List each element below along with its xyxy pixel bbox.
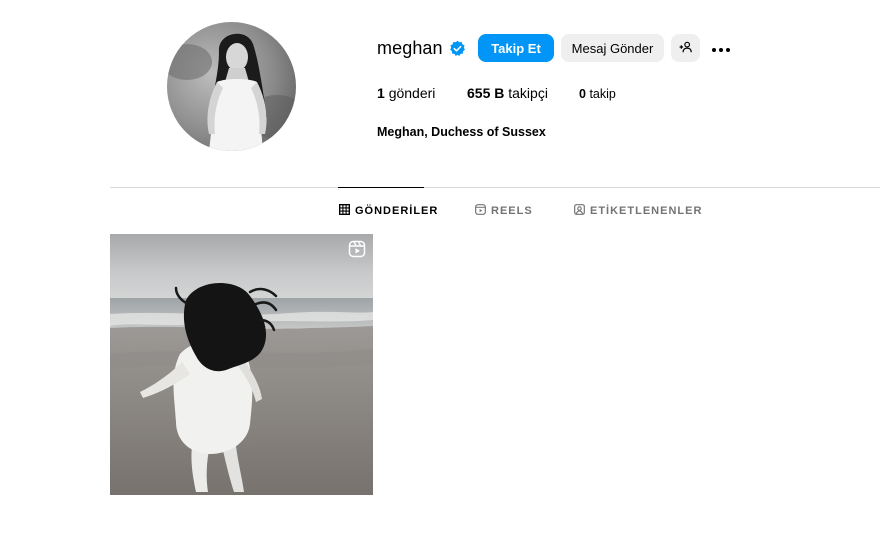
grid-icon bbox=[339, 204, 350, 218]
suggested-users-button[interactable] bbox=[671, 34, 700, 62]
following-count-label: takip bbox=[589, 87, 616, 101]
posts-count: 1 gönderi bbox=[377, 85, 435, 101]
reel-badge-icon bbox=[348, 240, 366, 258]
posts-count-value: 1 bbox=[377, 85, 385, 101]
following-count-value: 0 bbox=[579, 87, 586, 101]
reels-icon bbox=[475, 204, 486, 218]
more-options-button[interactable] bbox=[708, 34, 734, 62]
send-message-button[interactable]: Mesaj Gönder bbox=[561, 34, 664, 62]
add-person-icon bbox=[679, 40, 693, 57]
posts-count-label: gönderi bbox=[388, 85, 436, 101]
active-tab-indicator bbox=[338, 187, 424, 188]
tab-posts[interactable]: GÖNDERİLER bbox=[339, 203, 438, 219]
follow-button[interactable]: Takip Et bbox=[478, 34, 554, 62]
profile-page: meghan Takip Et Mesaj Gönder 1 gönderi 6… bbox=[0, 0, 880, 555]
tab-reels-label: REELS bbox=[491, 205, 533, 217]
post-image bbox=[110, 234, 373, 495]
followers-count-value: 655 B bbox=[467, 85, 505, 101]
more-dots-icon bbox=[711, 41, 731, 56]
tab-tagged-label: ETİKETLENENLER bbox=[590, 205, 703, 217]
tagged-icon bbox=[574, 204, 585, 218]
tabs-divider bbox=[110, 187, 880, 188]
avatar-image bbox=[167, 22, 296, 151]
verified-badge-icon bbox=[449, 40, 466, 57]
followers-count-label: takipçi bbox=[508, 85, 548, 101]
tab-posts-label: GÖNDERİLER bbox=[355, 205, 439, 217]
tab-tagged[interactable]: ETİKETLENENLER bbox=[574, 203, 702, 219]
post-thumbnail[interactable] bbox=[110, 234, 373, 495]
profile-header: meghan bbox=[377, 34, 466, 62]
profile-full-name: Meghan, Duchess of Sussex bbox=[377, 125, 546, 139]
following-count[interactable]: 0 takip bbox=[579, 87, 616, 101]
tab-reels[interactable]: REELS bbox=[475, 203, 533, 219]
followers-count[interactable]: 655 B takipçi bbox=[467, 85, 548, 101]
profile-username: meghan bbox=[377, 37, 443, 58]
profile-avatar[interactable] bbox=[167, 22, 296, 151]
